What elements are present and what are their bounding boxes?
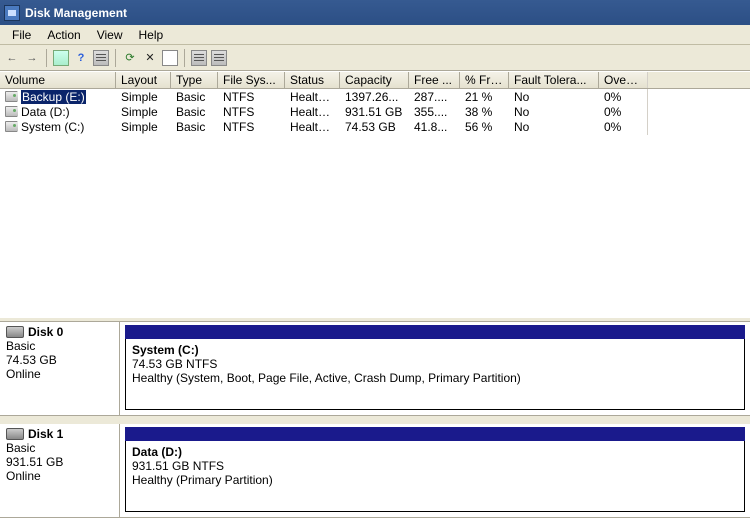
toolbar-sep	[46, 49, 47, 67]
properties-button[interactable]	[162, 50, 178, 66]
volume-row[interactable]: Data (D:) Simple Basic NTFS Health... 93…	[0, 104, 750, 119]
col-free[interactable]: Free ...	[409, 72, 460, 88]
col-fault[interactable]: Fault Tolera...	[509, 72, 599, 88]
col-capacity[interactable]: Capacity	[340, 72, 409, 88]
disk-info: Disk 1 Basic 931.51 GB Online	[0, 424, 120, 517]
menu-help[interactable]: Help	[131, 28, 172, 42]
volume-free: 287....	[409, 89, 460, 105]
hdd-icon	[6, 326, 24, 338]
view-top-button[interactable]	[191, 50, 207, 66]
volume-filesys: NTFS	[218, 104, 285, 120]
disk-type: Basic	[6, 441, 113, 455]
title-bar: Disk Management	[0, 0, 750, 25]
col-filesys[interactable]: File Sys...	[218, 72, 285, 88]
volume-fault: No	[509, 89, 599, 105]
disk-name: Disk 1	[28, 427, 63, 441]
volume-name: System (C:)	[21, 120, 84, 134]
volume-filesys: NTFS	[218, 119, 285, 135]
volume-layout: Simple	[116, 104, 171, 120]
drive-icon	[5, 91, 18, 102]
back-button[interactable]	[4, 50, 20, 66]
volume-fault: No	[509, 104, 599, 120]
volume-layout: Simple	[116, 89, 171, 105]
volume-capacity: 1397.26...	[340, 89, 409, 105]
partition-size: 74.53 GB NTFS	[132, 357, 738, 371]
volume-pctfree: 21 %	[460, 89, 509, 105]
disk-status: Online	[6, 469, 113, 483]
disk-size: 74.53 GB	[6, 353, 113, 367]
drive-icon	[5, 106, 18, 117]
volume-row[interactable]: System (C:) Simple Basic NTFS Health... …	[0, 119, 750, 134]
partition-stripe	[125, 427, 745, 441]
toolbar-sep	[115, 49, 116, 67]
disk-status: Online	[6, 367, 113, 381]
volume-overhead: 0%	[599, 89, 648, 105]
partition-status: Healthy (Primary Partition)	[132, 473, 738, 487]
menu-action[interactable]: Action	[39, 28, 88, 42]
window-title: Disk Management	[25, 6, 127, 20]
partition-name: Data (D:)	[132, 445, 738, 459]
partition-name: System (C:)	[132, 343, 738, 357]
volume-status: Health...	[285, 89, 340, 105]
partition-status: Healthy (System, Boot, Page File, Active…	[132, 371, 738, 385]
view-bottom-button[interactable]	[211, 50, 227, 66]
disk-block[interactable]: Disk 1 Basic 931.51 GB Online Data (D:) …	[0, 424, 750, 518]
volume-name: Data (D:)	[21, 105, 70, 119]
col-overhead[interactable]: Overh...	[599, 72, 648, 88]
volume-fault: No	[509, 119, 599, 135]
disk-size: 931.51 GB	[6, 455, 113, 469]
volume-free: 355....	[409, 104, 460, 120]
volume-status: Health...	[285, 104, 340, 120]
menu-bar: File Action View Help	[0, 25, 750, 45]
settings-button[interactable]	[93, 50, 109, 66]
partition-size: 931.51 GB NTFS	[132, 459, 738, 473]
volume-type: Basic	[171, 89, 218, 105]
disk-partitions: Data (D:) 931.51 GB NTFS Healthy (Primar…	[120, 424, 750, 517]
col-volume[interactable]: Volume	[0, 72, 116, 88]
volume-name: Backup (E:)	[21, 90, 86, 104]
col-layout[interactable]: Layout	[116, 72, 171, 88]
volume-status: Health...	[285, 119, 340, 135]
app-icon	[4, 5, 20, 21]
volume-pctfree: 38 %	[460, 104, 509, 120]
volume-layout: Simple	[116, 119, 171, 135]
disk-partitions: System (C:) 74.53 GB NTFS Healthy (Syste…	[120, 322, 750, 415]
volume-overhead: 0%	[599, 104, 648, 120]
volume-free: 41.8...	[409, 119, 460, 135]
menu-file[interactable]: File	[4, 28, 39, 42]
partition-stripe	[125, 325, 745, 339]
disk-block[interactable]: Disk 0 Basic 74.53 GB Online System (C:)…	[0, 322, 750, 416]
menu-view[interactable]: View	[89, 28, 131, 42]
delete-button[interactable]	[142, 50, 158, 66]
drive-icon	[5, 121, 18, 132]
volume-row[interactable]: Backup (E:) Simple Basic NTFS Health... …	[0, 89, 750, 104]
col-pctfree[interactable]: % Free	[460, 72, 509, 88]
volume-capacity: 931.51 GB	[340, 104, 409, 120]
volume-type: Basic	[171, 119, 218, 135]
disk-name: Disk 0	[28, 325, 63, 339]
show-tree-button[interactable]	[53, 50, 69, 66]
col-status[interactable]: Status	[285, 72, 340, 88]
toolbar	[0, 45, 750, 71]
partition-box[interactable]: System (C:) 74.53 GB NTFS Healthy (Syste…	[125, 339, 745, 410]
volume-list-header: Volume Layout Type File Sys... Status Ca…	[0, 71, 750, 89]
col-type[interactable]: Type	[171, 72, 218, 88]
volume-overhead: 0%	[599, 119, 648, 135]
forward-button[interactable]	[24, 50, 40, 66]
volume-list[interactable]: Backup (E:) Simple Basic NTFS Health... …	[0, 89, 750, 317]
volume-capacity: 74.53 GB	[340, 119, 409, 135]
volume-pctfree: 56 %	[460, 119, 509, 135]
disk-info: Disk 0 Basic 74.53 GB Online	[0, 322, 120, 415]
refresh-button[interactable]	[122, 50, 138, 66]
hdd-icon	[6, 428, 24, 440]
help-button[interactable]	[73, 50, 89, 66]
disk-type: Basic	[6, 339, 113, 353]
toolbar-sep	[184, 49, 185, 67]
volume-type: Basic	[171, 104, 218, 120]
partition-box[interactable]: Data (D:) 931.51 GB NTFS Healthy (Primar…	[125, 441, 745, 512]
disk-gap	[0, 416, 750, 424]
volume-filesys: NTFS	[218, 89, 285, 105]
disk-map-panel: Disk 0 Basic 74.53 GB Online System (C:)…	[0, 322, 750, 518]
